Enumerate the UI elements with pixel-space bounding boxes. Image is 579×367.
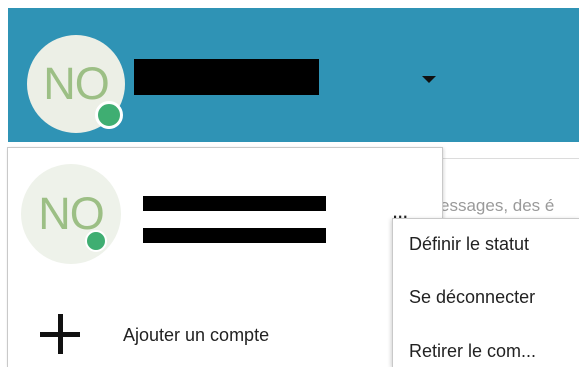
- presence-status-icon: [85, 230, 107, 252]
- redacted-account-name: [134, 59, 319, 95]
- header-avatar[interactable]: NO: [27, 35, 125, 133]
- redacted-account-name: [143, 196, 326, 211]
- account-avatar[interactable]: NO: [21, 164, 121, 264]
- more-options-icon[interactable]: ...: [392, 200, 408, 222]
- menu-item-set-status[interactable]: Définir le statut: [409, 234, 529, 255]
- menu-item-sign-out[interactable]: Se déconnecter: [409, 287, 535, 308]
- search-hint-text: essages, des é: [440, 196, 555, 215]
- header-avatar-initials: NO: [43, 58, 109, 109]
- add-account-button[interactable]: Ajouter un compte: [40, 314, 269, 354]
- plus-icon: [40, 314, 80, 354]
- account-context-menu: Définir le statut Se déconnecter Retirer…: [392, 218, 579, 367]
- redacted-account-email: [143, 228, 326, 243]
- add-account-label: Ajouter un compte: [123, 325, 270, 345]
- menu-item-remove-account[interactable]: Retirer le com...: [409, 341, 536, 362]
- account-header[interactable]: NO: [8, 8, 579, 142]
- presence-status-icon: [95, 101, 123, 129]
- caret-down-icon[interactable]: [422, 76, 436, 83]
